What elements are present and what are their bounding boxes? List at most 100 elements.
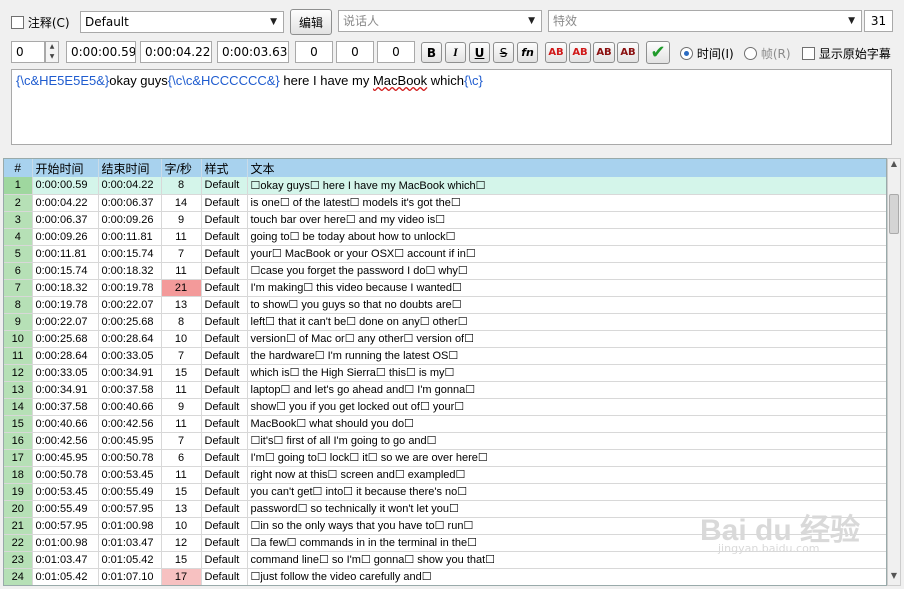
table-row[interactable]: 5 0:00:11.81 0:00:15.74 7 Default your☐ MacBo…: [4, 245, 886, 263]
spin-up-icon[interactable]: ▲: [46, 42, 58, 52]
grid-header-row: # 开始时间 结束时间 字/秒 样式 文本: [4, 159, 886, 177]
effect-input[interactable]: 特效 ▼: [548, 10, 862, 32]
header-end-time[interactable]: 结束时间: [98, 159, 162, 177]
header-style[interactable]: 样式: [201, 159, 248, 177]
row-cps: 21: [161, 279, 202, 297]
start-time-value: 0:00:00.59: [71, 45, 136, 59]
header-start-time[interactable]: 开始时间: [32, 159, 99, 177]
shadow-color-button[interactable]: AB: [617, 42, 639, 63]
secondary-color-button[interactable]: AB: [569, 42, 591, 63]
table-row[interactable]: 10 0:00:25.68 0:00:28.64 10 Default version☐ …: [4, 330, 886, 348]
header-text[interactable]: 文本: [247, 159, 886, 177]
row-index: 3: [4, 211, 33, 229]
table-row[interactable]: 19 0:00:53.45 0:00:55.49 15 Default you can't…: [4, 483, 886, 501]
override-tag: {\c\c&HCCCCCC&}: [167, 73, 280, 88]
header-cps[interactable]: 字/秒: [161, 159, 202, 177]
table-row[interactable]: 3 0:00:06.37 0:00:09.26 9 Default touch bar o…: [4, 211, 886, 229]
end-time-value: 0:00:04.22: [145, 45, 211, 59]
style-select[interactable]: Default ▼: [80, 11, 284, 33]
row-cps: 15: [161, 483, 202, 501]
font-button[interactable]: fn: [517, 42, 538, 63]
frame-mode-radio-dot[interactable]: [744, 47, 757, 60]
italic-icon: I: [453, 45, 458, 59]
row-style: Default: [201, 262, 248, 280]
row-end-time: 0:00:53.45: [98, 466, 162, 484]
spin-field[interactable]: 0: [11, 41, 45, 63]
duration-field[interactable]: 0:00:03.63: [217, 41, 289, 63]
subtitle-text-editor[interactable]: {\c&HE5E5E5&}okay guys{\c\c&HCCCCCC&} he…: [11, 69, 892, 145]
row-text: version☐ of Mac or☐ any other☐ version o…: [247, 330, 886, 348]
frame-mode-radio[interactable]: 帧(R): [744, 45, 791, 62]
row-text: show☐ you if you get locked out of☐ your…: [247, 398, 886, 416]
scroll-up-icon[interactable]: ▲: [888, 159, 900, 173]
comment-checkbox-box[interactable]: [11, 16, 24, 29]
row-cps: 7: [161, 245, 202, 263]
table-row[interactable]: 1 0:00:00.59 0:00:04.22 8 Default ☐okay guys☐…: [4, 177, 886, 195]
row-start-time: 0:00:57.95: [32, 517, 99, 535]
underline-button[interactable]: U: [469, 42, 490, 63]
commit-button[interactable]: ✔: [646, 41, 670, 64]
spin-stepper[interactable]: ▲ ▼: [45, 41, 59, 63]
row-text: which is☐ the High Sierra☐ this☐ is my☐: [247, 364, 886, 382]
table-row[interactable]: 18 0:00:50.78 0:00:53.45 11 Default right now…: [4, 466, 886, 484]
row-cps: 7: [161, 432, 202, 450]
edit-style-button[interactable]: 编辑: [290, 9, 332, 35]
table-row[interactable]: 6 0:00:15.74 0:00:18.32 11 Default ☐case you …: [4, 262, 886, 280]
start-time-field[interactable]: 0:00:00.59: [66, 41, 136, 63]
table-row[interactable]: 11 0:00:28.64 0:00:33.05 7 Default the hardwa…: [4, 347, 886, 365]
grid-vertical-scrollbar[interactable]: ▲ ▼: [887, 158, 901, 586]
row-style: Default: [201, 483, 248, 501]
header-index[interactable]: #: [4, 159, 33, 177]
margin-right-field[interactable]: 0: [336, 41, 374, 63]
table-row[interactable]: 4 0:00:09.26 0:00:11.81 11 Default going to☐ …: [4, 228, 886, 246]
end-time-field[interactable]: 0:00:04.22: [140, 41, 212, 63]
row-start-time: 0:00:45.95: [32, 449, 99, 467]
table-row[interactable]: 8 0:00:19.78 0:00:22.07 13 Default to show☐ y…: [4, 296, 886, 314]
table-row[interactable]: 12 0:00:33.05 0:00:34.91 15 Default which is☐…: [4, 364, 886, 382]
italic-button[interactable]: I: [445, 42, 466, 63]
show-original-checkbox-box[interactable]: [802, 47, 815, 60]
spin-down-icon[interactable]: ▼: [46, 52, 58, 62]
row-end-time: 0:00:28.64: [98, 330, 162, 348]
row-cps: 15: [161, 551, 202, 569]
table-row[interactable]: 24 0:01:05.42 0:01:07.10 17 Default ☐just fol…: [4, 568, 886, 585]
row-end-time: 0:00:19.78: [98, 279, 162, 297]
duration-value: 0:00:03.63: [222, 45, 288, 59]
row-index: 5: [4, 245, 33, 263]
scrollbar-thumb[interactable]: [889, 194, 899, 234]
table-row[interactable]: 17 0:00:45.95 0:00:50.78 6 Default I'm☐ going…: [4, 449, 886, 467]
row-cps: 14: [161, 194, 202, 212]
bold-icon: B: [426, 45, 437, 60]
scroll-down-icon[interactable]: ▼: [888, 571, 900, 585]
row-start-time: 0:00:53.45: [32, 483, 99, 501]
primary-color-button[interactable]: AB: [545, 42, 567, 63]
margin-left-field[interactable]: 0: [295, 41, 333, 63]
row-cps: 11: [161, 228, 202, 246]
margin-vertical-field[interactable]: 0: [377, 41, 415, 63]
comment-checkbox[interactable]: 注释(C): [11, 14, 70, 31]
table-row[interactable]: 7 0:00:18.32 0:00:19.78 21 Default I'm making…: [4, 279, 886, 297]
row-style: Default: [201, 568, 248, 585]
outline-color-icon: AB: [596, 47, 612, 58]
time-mode-radio-dot[interactable]: [680, 47, 693, 60]
bold-button[interactable]: B: [421, 42, 442, 63]
row-end-time: 0:00:33.05: [98, 347, 162, 365]
row-end-time: 0:00:25.68: [98, 313, 162, 331]
table-row[interactable]: 13 0:00:34.91 0:00:37.58 11 Default laptop☐ a…: [4, 381, 886, 399]
layer-field[interactable]: 31: [864, 10, 893, 32]
margin-right-value: 0: [351, 45, 359, 59]
actor-input[interactable]: 说话人 ▼: [338, 10, 542, 32]
chevron-down-icon: ▼: [528, 16, 535, 26]
table-row[interactable]: 15 0:00:40.66 0:00:42.56 11 Default MacBook☐ …: [4, 415, 886, 433]
row-end-time: 0:00:42.56: [98, 415, 162, 433]
table-row[interactable]: 9 0:00:22.07 0:00:25.68 8 Default left☐ that …: [4, 313, 886, 331]
strikeout-button[interactable]: S: [493, 42, 514, 63]
time-mode-radio[interactable]: 时间(I): [680, 45, 734, 62]
row-style: Default: [201, 449, 248, 467]
table-row[interactable]: 14 0:00:37.58 0:00:40.66 9 Default show☐ you …: [4, 398, 886, 416]
outline-color-button[interactable]: AB: [593, 42, 615, 63]
show-original-checkbox[interactable]: 显示原始字幕: [802, 45, 891, 62]
row-style: Default: [201, 296, 248, 314]
table-row[interactable]: 16 0:00:42.56 0:00:45.95 7 Default ☐it's☐ fir…: [4, 432, 886, 450]
table-row[interactable]: 2 0:00:04.22 0:00:06.37 14 Default is one☐ of…: [4, 194, 886, 212]
